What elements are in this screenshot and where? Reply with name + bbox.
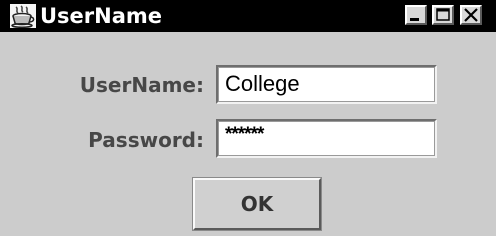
close-icon [464, 8, 478, 22]
ok-button-label: OK [240, 192, 274, 216]
password-value: ****** [225, 124, 264, 145]
minimize-button[interactable] [405, 5, 427, 25]
password-field[interactable]: ****** [216, 119, 437, 158]
minimize-icon [410, 18, 419, 21]
java-coffee-cup-icon[interactable] [10, 4, 36, 29]
window-title: UserName [40, 4, 163, 28]
username-dialog: UserName UserName: College Password: ***… [0, 0, 496, 236]
maximize-icon [436, 8, 450, 21]
username-label: UserName: [79, 73, 204, 97]
username-field[interactable]: College [216, 65, 437, 104]
ok-button[interactable]: OK [192, 177, 322, 231]
title-bar[interactable]: UserName [0, 0, 496, 32]
username-value: College [225, 71, 300, 96]
close-button[interactable] [460, 5, 482, 25]
maximize-button[interactable] [432, 5, 454, 25]
password-label: Password: [88, 128, 204, 152]
